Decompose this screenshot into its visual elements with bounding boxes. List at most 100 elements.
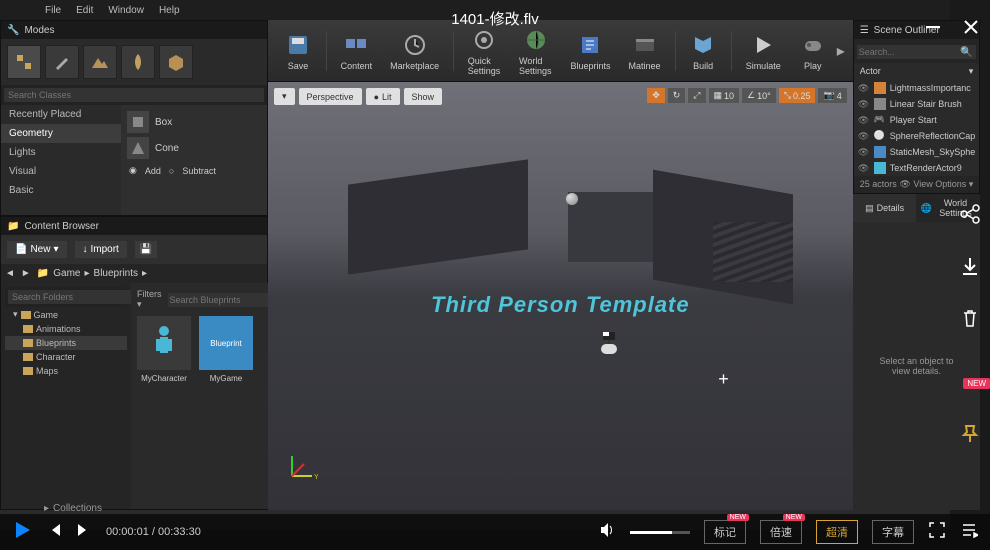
landscape-mode[interactable]: [83, 45, 117, 79]
asset-mygame[interactable]: Blueprint MyGame: [199, 316, 253, 383]
eye-icon[interactable]: 👁: [858, 147, 870, 158]
blueprints-button[interactable]: Blueprints: [562, 27, 618, 75]
cat-recent[interactable]: Recently Placed: [1, 105, 121, 124]
new-asset-button[interactable]: 📄New▾: [7, 241, 67, 258]
pin-icon[interactable]: [956, 420, 984, 448]
vp-scale-snap[interactable]: ⤡ 0.25: [779, 88, 816, 103]
shape-cone[interactable]: Cone: [125, 135, 263, 161]
minimize-icon[interactable]: [924, 18, 942, 41]
outliner-search[interactable]: [857, 45, 977, 59]
subtitle-button[interactable]: 字幕: [872, 520, 914, 544]
nav-back[interactable]: ◄: [5, 268, 15, 279]
crumb-game[interactable]: Game: [53, 268, 80, 279]
menu-help[interactable]: Help: [159, 5, 180, 16]
matinee-button[interactable]: Matinee: [621, 27, 669, 75]
search-icon: 🔍: [960, 47, 972, 58]
actor-count: 25 actors: [860, 179, 897, 190]
cat-lights[interactable]: Lights: [1, 143, 121, 162]
outliner-view-options[interactable]: 👁 View Options ▾: [899, 179, 973, 190]
share-icon[interactable]: [956, 200, 984, 228]
fullscreen-icon[interactable]: [928, 521, 946, 544]
toolbar-more[interactable]: ▸: [837, 41, 845, 61]
type-filter[interactable]: Actor▾: [854, 63, 980, 80]
vp-transform-rotate[interactable]: ↻: [668, 88, 686, 103]
import-icon: ↓: [83, 244, 88, 255]
menu-file[interactable]: File: [45, 5, 61, 16]
asset-mycharacter[interactable]: MyCharacter: [137, 316, 191, 383]
prev-icon[interactable]: [46, 522, 62, 543]
content-button[interactable]: Content: [333, 27, 381, 75]
tree-blueprints[interactable]: Blueprints: [5, 336, 127, 350]
folder-tree: ▾Game Animations Blueprints Character Ma…: [1, 283, 131, 509]
mark-button[interactable]: 标记NEW: [704, 520, 746, 544]
cat-basic[interactable]: Basic: [1, 181, 121, 200]
actor-row[interactable]: 👁⚪SphereReflectionCap: [854, 128, 980, 144]
vp-perspective[interactable]: Perspective: [299, 88, 362, 105]
vp-show[interactable]: Show: [404, 88, 443, 105]
tree-maps[interactable]: Maps: [5, 364, 127, 378]
search-folders[interactable]: [8, 290, 133, 304]
nav-fwd[interactable]: ►: [21, 268, 31, 279]
tree-game[interactable]: ▾Game: [5, 307, 127, 322]
build-button[interactable]: Build: [681, 27, 725, 75]
crumb-blueprints[interactable]: Blueprints: [94, 268, 138, 279]
playlist-icon[interactable]: [960, 521, 978, 544]
menu-window[interactable]: Window: [108, 5, 144, 16]
modes-search[interactable]: [4, 88, 264, 102]
actor-row[interactable]: 👁StaticMesh_SkySphe: [854, 144, 980, 160]
close-icon[interactable]: [962, 18, 980, 41]
cat-geometry[interactable]: Geometry: [1, 124, 121, 143]
vp-lit[interactable]: ● Lit: [366, 88, 400, 105]
eye-icon[interactable]: 👁: [858, 131, 870, 142]
shape-box[interactable]: Box: [125, 109, 263, 135]
geometry-mode[interactable]: [159, 45, 193, 79]
vp-menu[interactable]: ▾: [274, 88, 295, 105]
foliage-mode[interactable]: [121, 45, 155, 79]
vp-angle-snap[interactable]: ∠ 10°: [742, 88, 776, 103]
quality-button[interactable]: 超清: [816, 520, 858, 544]
menu-edit[interactable]: Edit: [76, 5, 93, 16]
play-icon[interactable]: [12, 520, 32, 545]
import-button[interactable]: ↓Import: [75, 241, 127, 258]
video-player-bar: 00:00:01 / 00:33:30 标记NEW 倍速NEW 超清 字幕: [0, 514, 990, 550]
vp-camera-speed[interactable]: 📷 4: [818, 88, 846, 103]
actor-row[interactable]: 👁Linear Stair Brush: [854, 96, 980, 112]
radio-subtract[interactable]: ○: [169, 166, 174, 176]
actor-row[interactable]: 👁TextRenderActor9: [854, 160, 980, 176]
viewport[interactable]: Third Person Template + Y ▾ Perspective …: [268, 82, 853, 510]
simulate-button[interactable]: Simulate: [738, 27, 789, 75]
quick-settings-button[interactable]: Quick Settings: [460, 22, 509, 80]
plus-icon: 📄: [15, 244, 27, 255]
eye-icon[interactable]: 👁: [858, 83, 870, 94]
next-icon[interactable]: [76, 522, 92, 543]
world-settings-button[interactable]: World Settings: [511, 22, 560, 80]
play-button[interactable]: Play: [791, 27, 835, 75]
volume-icon[interactable]: [598, 521, 616, 544]
collections-bar[interactable]: ▸ Collections: [44, 503, 102, 514]
breadcrumb: 📁 Game ▸ Blueprints ▸: [37, 268, 147, 279]
radio-add[interactable]: ◉: [129, 165, 137, 176]
paint-mode[interactable]: [45, 45, 79, 79]
actor-row[interactable]: 👁🎮Player Start: [854, 112, 980, 128]
tree-character[interactable]: Character: [5, 350, 127, 364]
tab-details[interactable]: ▤Details: [853, 194, 917, 222]
editor-window: File Edit Window Help 🔧 Modes: [0, 0, 950, 530]
save-button[interactable]: Save: [276, 27, 320, 75]
actor-row[interactable]: 👁LightmassImportanc: [854, 80, 980, 96]
cat-visual[interactable]: Visual: [1, 162, 121, 181]
volume-slider[interactable]: [630, 531, 690, 534]
vp-grid-snap[interactable]: ▦ 10: [709, 88, 740, 103]
place-mode[interactable]: [7, 45, 41, 79]
vp-transform-scale[interactable]: ⤢: [688, 88, 705, 103]
vp-transform-move[interactable]: ✥: [647, 88, 665, 103]
eye-icon[interactable]: 👁: [858, 99, 870, 110]
download-icon[interactable]: [956, 252, 984, 280]
delete-icon[interactable]: [956, 304, 984, 332]
speed-button[interactable]: 倍速NEW: [760, 520, 802, 544]
tree-animations[interactable]: Animations: [5, 322, 127, 336]
eye-icon[interactable]: 👁: [858, 163, 870, 174]
save-all-button[interactable]: 💾: [135, 241, 157, 258]
marketplace-button[interactable]: Marketplace: [382, 27, 447, 75]
filters-dropdown[interactable]: Filters ▾: [137, 289, 162, 310]
eye-icon[interactable]: 👁: [858, 115, 870, 126]
